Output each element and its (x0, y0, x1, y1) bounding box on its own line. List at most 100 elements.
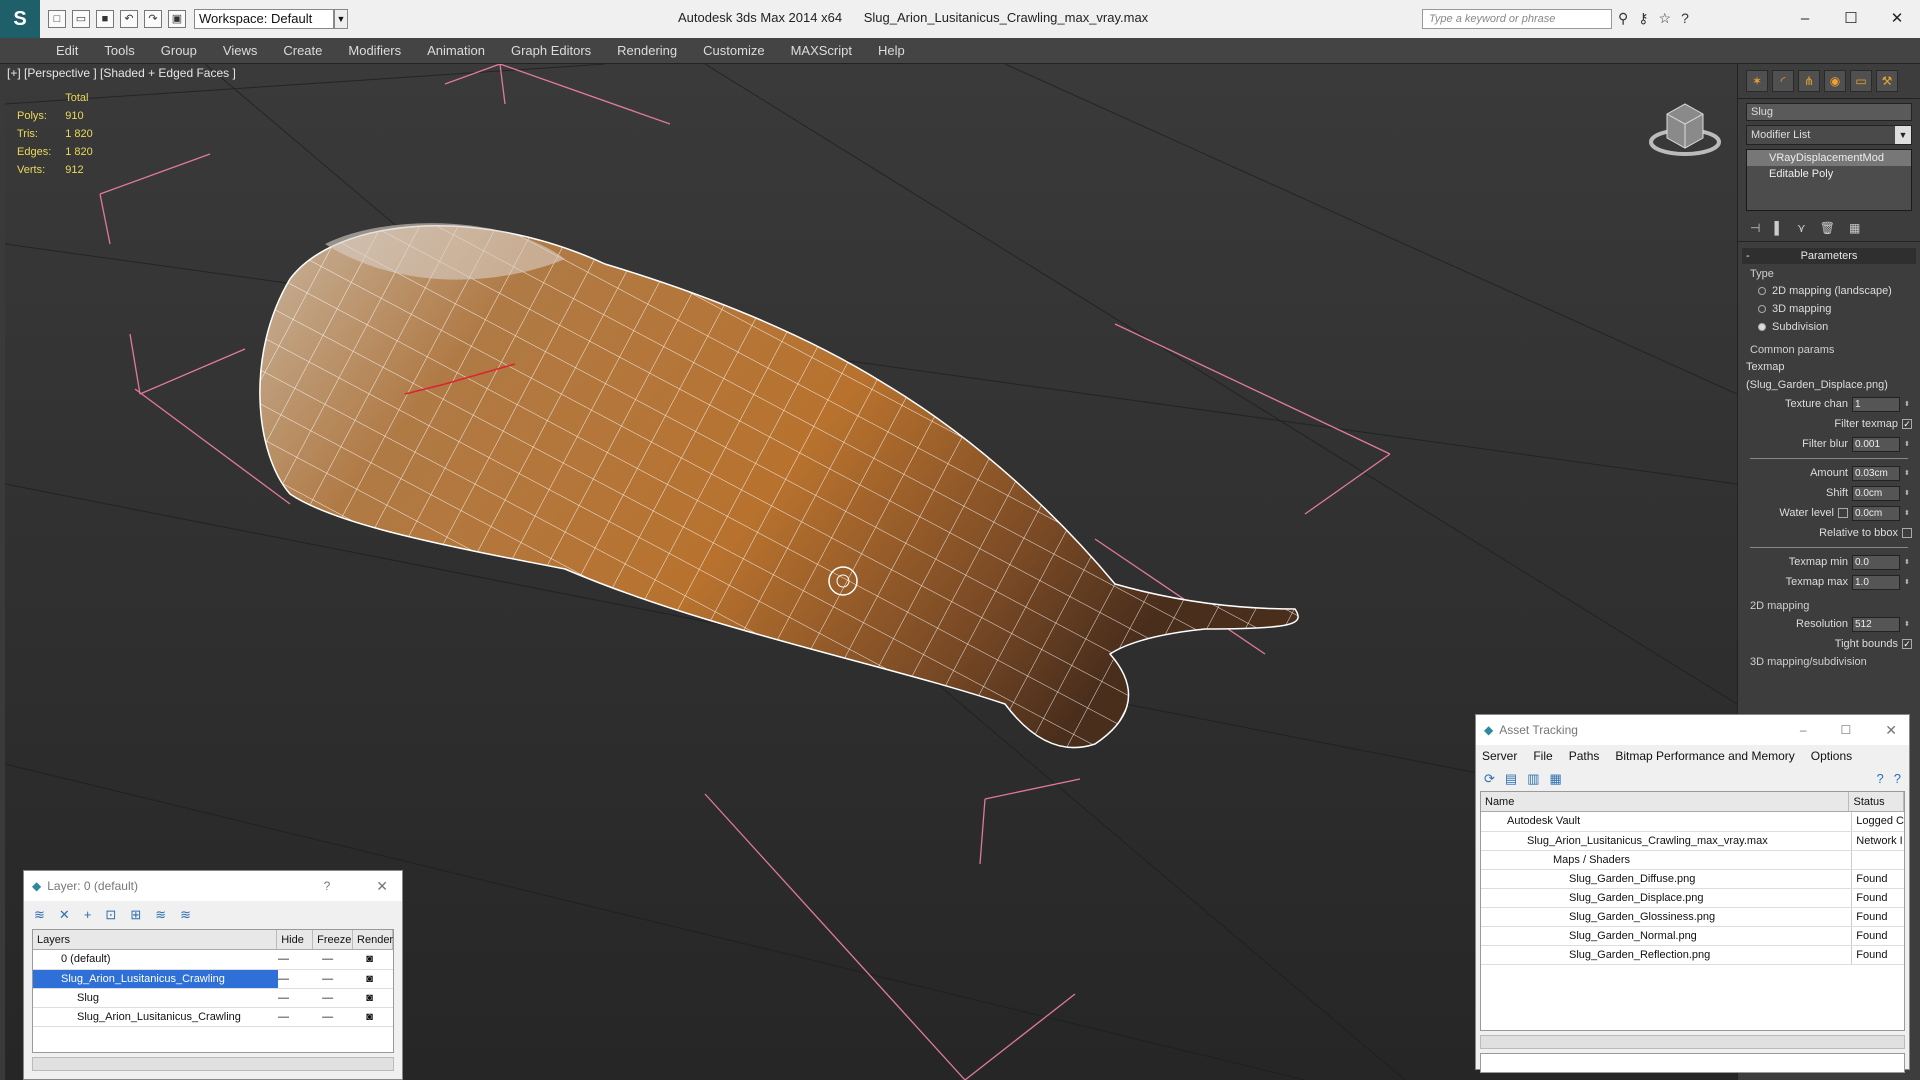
star-icon[interactable]: ☆ (1659, 10, 1672, 27)
parameters-rollout-header[interactable]: - Parameters (1742, 248, 1916, 264)
asset-panel-header[interactable]: ◆ Asset Tracking – ☐ ✕ (1476, 715, 1909, 745)
texmap-max-field[interactable]: 1.0 (1852, 574, 1900, 590)
close-icon[interactable]: ✕ (1874, 0, 1920, 38)
asset-menu-bitmap[interactable]: Bitmap Performance and Memory (1615, 749, 1794, 763)
spinner-icon[interactable]: ⬍ (1904, 440, 1912, 448)
asset-menu-options[interactable]: Options (1811, 749, 1852, 763)
radio-3d-mapping[interactable]: 3D mapping (1738, 300, 1920, 318)
horizontal-scrollbar[interactable] (1480, 1035, 1905, 1049)
add-layer-icon[interactable]: + (84, 907, 92, 923)
tight-bounds-checkbox[interactable]: ✓ (1902, 639, 1912, 649)
radio-2d-mapping[interactable]: 2D mapping (landscape) (1738, 282, 1920, 300)
spinner-icon[interactable]: ⬍ (1904, 620, 1912, 628)
help-icon[interactable]: ? (1877, 771, 1884, 787)
texmap-min-field[interactable]: 0.0 (1852, 554, 1900, 570)
freeze-cell[interactable]: — (322, 950, 367, 970)
close-icon[interactable]: ✕ (1885, 722, 1897, 739)
column-header[interactable]: Hide (277, 930, 314, 949)
menu-animation[interactable]: Animation (427, 43, 485, 58)
layer-name[interactable]: Slug (33, 988, 278, 1008)
spinner-icon[interactable]: ⬍ (1904, 489, 1912, 497)
horizontal-scrollbar[interactable] (32, 1057, 394, 1071)
spinner-icon[interactable]: ⬍ (1904, 469, 1912, 477)
hide-cell[interactable]: — (278, 1007, 323, 1027)
asset-row[interactable]: Slug_Garden_Displace.png Found (1481, 888, 1904, 908)
make-unique-icon[interactable]: ⋎ (1797, 221, 1806, 235)
asset-name[interactable]: Slug_Garden_Diffuse.png (1481, 869, 1853, 889)
menu-customize[interactable]: Customize (703, 43, 764, 58)
layer-panel-header[interactable]: ◆ Layer: 0 (default) ? ✕ (24, 871, 402, 901)
key-icon[interactable]: ⚷ (1638, 10, 1648, 27)
layer-name[interactable]: Slug_Arion_Lusitanicus_Crawling (33, 1007, 278, 1027)
render-cell[interactable]: ◙ (366, 969, 393, 989)
show-end-result-icon[interactable]: ▌ (1774, 221, 1783, 235)
viewcube-icon[interactable] (1645, 84, 1725, 164)
configure-sets-icon[interactable]: ▦ (1849, 221, 1860, 235)
filter-blur-field[interactable]: 0.001 (1852, 436, 1900, 452)
asset-row[interactable]: Slug_Arion_Lusitanicus_Crawling_max_vray… (1481, 831, 1904, 851)
layer-tool-icon[interactable]: ≋ (34, 907, 45, 923)
stack-item[interactable]: VRayDisplacementMod (1747, 150, 1911, 166)
column-header[interactable]: Status (1849, 792, 1904, 811)
render-cell[interactable]: ◙ (366, 988, 393, 1008)
asset-menu-server[interactable]: Server (1482, 749, 1517, 763)
column-header[interactable]: Render (353, 930, 393, 949)
asset-path-field[interactable] (1480, 1053, 1905, 1073)
menu-group[interactable]: Group (161, 43, 197, 58)
freeze-cell[interactable]: — (322, 969, 367, 989)
detail-view-icon[interactable]: ▥ (1527, 771, 1539, 787)
open-file-icon[interactable]: ▭ (72, 10, 90, 28)
save-icon[interactable]: ■ (96, 10, 114, 28)
hide-cell[interactable]: — (278, 950, 323, 970)
menu-views[interactable]: Views (223, 43, 257, 58)
select-in-layer-icon[interactable]: ⊡ (105, 907, 116, 923)
column-header[interactable]: Layers (33, 930, 278, 949)
asset-row[interactable]: Maps / Shaders (1481, 850, 1904, 870)
menu-edit[interactable]: Edit (56, 43, 78, 58)
spinner-icon[interactable]: ⬍ (1904, 509, 1912, 517)
spinner-icon[interactable]: ⬍ (1904, 578, 1912, 586)
menu-rendering[interactable]: Rendering (617, 43, 677, 58)
freeze-all-icon[interactable]: ≋ (180, 907, 191, 923)
help-icon[interactable]: ? (1681, 10, 1689, 27)
layer-row[interactable]: Slug_Arion_Lusitanicus_Crawling — — ◙ (33, 1007, 393, 1027)
radio-subdivision[interactable]: Subdivision (1738, 318, 1920, 336)
close-icon[interactable]: ✕ (376, 878, 388, 895)
workspace-select[interactable]: Workspace: Default (194, 9, 334, 29)
asset-row[interactable]: Slug_Garden_Normal.png Found (1481, 926, 1904, 946)
maximize-icon[interactable]: ☐ (1841, 723, 1852, 737)
list-view-icon[interactable]: ▤ (1505, 771, 1517, 787)
asset-menu-file[interactable]: File (1533, 749, 1552, 763)
modify-tab-icon[interactable]: ◜ (1772, 70, 1794, 92)
viewport-label[interactable]: [+] [Perspective ] [Shaded + Edged Faces… (7, 66, 236, 80)
hide-cell[interactable]: — (278, 988, 323, 1008)
menu-help[interactable]: Help (878, 43, 905, 58)
delete-layer-icon[interactable]: ✕ (59, 907, 70, 923)
redo-icon[interactable]: ↷ (144, 10, 162, 28)
minimize-icon[interactable]: – (1782, 0, 1828, 38)
menu-graph-editors[interactable]: Graph Editors (511, 43, 591, 58)
column-header[interactable]: Name (1481, 792, 1850, 811)
asset-name[interactable]: Slug_Garden_Normal.png (1481, 926, 1853, 946)
asset-name[interactable]: Slug_Arion_Lusitanicus_Crawling_max_vray… (1481, 831, 1853, 851)
texmap-button[interactable]: (Slug_Garden_Displace.png) (1738, 376, 1920, 394)
pin-stack-icon[interactable]: ⊣ (1750, 221, 1760, 235)
highlight-layer-icon[interactable]: ⊞ (130, 907, 141, 923)
menu-tools[interactable]: Tools (104, 43, 134, 58)
freeze-cell[interactable]: — (322, 1007, 367, 1027)
binoculars-icon[interactable]: ⚲ (1618, 10, 1628, 27)
undo-icon[interactable]: ↶ (120, 10, 138, 28)
new-file-icon[interactable]: □ (48, 10, 66, 28)
layer-row[interactable]: 0 (default) — — ◙ (33, 950, 393, 970)
menu-modifiers[interactable]: Modifiers (348, 43, 401, 58)
layer-row[interactable]: Slug_Arion_Lusitanicus_Crawling — — ◙ (33, 969, 393, 989)
stack-item[interactable]: Editable Poly (1747, 166, 1911, 182)
render-cell[interactable]: ◙ (366, 1007, 393, 1027)
resolution-field[interactable]: 512 (1852, 616, 1900, 632)
remove-modifier-icon[interactable]: 🗑 (1820, 221, 1835, 235)
spinner-icon[interactable]: ⬍ (1904, 400, 1912, 408)
asset-row[interactable]: Slug_Garden_Glossiness.png Found (1481, 907, 1904, 927)
menu-maxscript[interactable]: MAXScript (791, 43, 852, 58)
layer-row[interactable]: Slug — — ◙ (33, 988, 393, 1008)
water-level-field[interactable]: 0.0cm (1852, 505, 1900, 521)
